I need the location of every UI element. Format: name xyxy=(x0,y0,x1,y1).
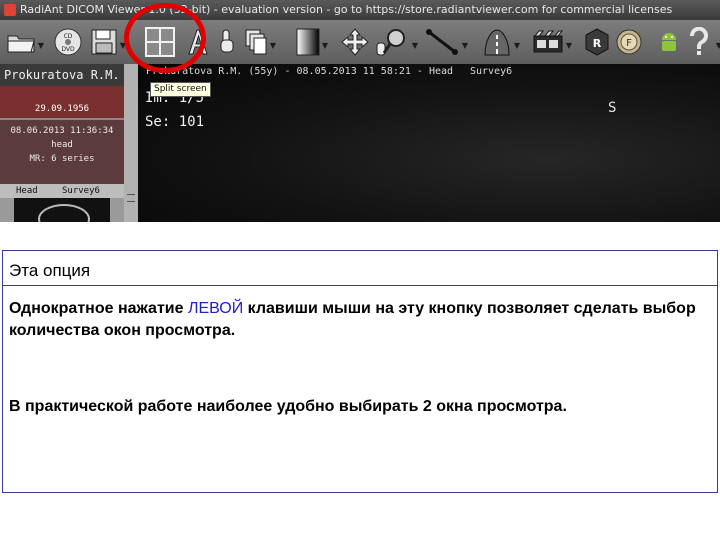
chevron-down-icon: ▼ xyxy=(461,41,468,50)
cd-dvd-icon: CD DVD xyxy=(54,28,82,56)
window-level-button[interactable]: ▼ xyxy=(294,26,328,58)
svg-text:DVD: DVD xyxy=(61,46,75,53)
chevron-down-icon: ▼ xyxy=(269,41,276,50)
svg-text:R: R xyxy=(593,37,602,50)
zoom-button[interactable]: ▼ xyxy=(372,26,418,58)
reconstruct-button[interactable]: R xyxy=(582,26,612,58)
patient-name: Prokuratova R.M. xyxy=(0,64,124,86)
explanation-paragraph-2: В практической работе наиболее удобно вы… xyxy=(9,398,567,415)
magnifier-icon xyxy=(376,29,405,56)
move-arrows-icon xyxy=(341,28,369,56)
p1-highlight: ЛЕВОЙ xyxy=(187,300,244,317)
toolbar: ▼ CD DVD ▼ ▼ ▼ ▼ ▼ ▼ ▼ R F ▼ xyxy=(0,20,720,64)
grip-icon xyxy=(127,194,135,202)
measure-button[interactable]: ▼ xyxy=(422,26,468,58)
explanation-box: Эта опция Однократное нажатие ЛЕВОЙ клав… xyxy=(2,250,718,493)
r-badge-icon: R xyxy=(585,28,609,56)
android-export-button[interactable] xyxy=(656,26,682,58)
svg-text:F: F xyxy=(626,38,632,49)
save-button[interactable]: ▼ xyxy=(88,26,126,58)
chevron-down-icon: ▼ xyxy=(411,41,418,50)
folder-icon xyxy=(7,35,35,53)
hand-icon xyxy=(220,29,234,53)
fusion-button[interactable]: F xyxy=(614,26,644,58)
series-labels: Head Survey6 xyxy=(0,184,124,198)
stack-icon xyxy=(245,29,267,55)
road-icon xyxy=(484,29,510,56)
open-folder-button[interactable]: ▼ xyxy=(4,26,44,58)
viewport-header: Prokuratova R.M. (55y) - 08.05.2013 11 5… xyxy=(146,66,512,77)
p1-before: Однократное нажатие xyxy=(9,300,188,317)
f-badge-icon: F xyxy=(616,29,642,55)
split-screen-tooltip: Split screen xyxy=(150,82,211,97)
floppy-icon xyxy=(91,29,117,55)
viewport-patient-info: Prokuratova R.M. (55y) - 08.05.2013 11 5… xyxy=(146,66,454,77)
mpr-button[interactable]: ▼ xyxy=(480,26,520,58)
series-label-head: Head xyxy=(16,186,38,196)
chevron-down-icon: ▼ xyxy=(513,41,520,50)
pan-button[interactable] xyxy=(214,26,240,58)
chevron-down-icon: ▼ xyxy=(565,41,572,50)
window-title: RadiAnt DICOM Viewer 1.0 (32-bit) - eval… xyxy=(20,3,673,16)
series-thumbnail[interactable]: Head Survey6 xyxy=(0,184,124,222)
window-title-bar: RadiAnt DICOM Viewer 1.0 (32-bit) - eval… xyxy=(0,0,720,20)
cine-button[interactable]: ▼ xyxy=(530,26,572,58)
explanation-title: Эта опция xyxy=(9,261,91,280)
open-cd-button[interactable]: CD DVD xyxy=(52,26,84,58)
app-icon xyxy=(4,4,16,16)
orientation-marker: S xyxy=(608,100,617,116)
patient-panel: Prokuratova R.M. 29.09.1956 08.06.2013 1… xyxy=(0,64,124,222)
study-item[interactable]: 08.06.2013 11:36:34 head MR: 6 series xyxy=(0,120,124,184)
film-icon xyxy=(533,30,563,53)
chevron-down-icon: ▼ xyxy=(37,41,44,50)
help-button[interactable]: ▼ xyxy=(682,26,720,58)
series-count: MR: 6 series xyxy=(29,154,95,164)
chevron-down-icon: ▼ xyxy=(715,41,720,50)
ruler-line-icon xyxy=(426,29,458,55)
series-label-survey: Survey6 xyxy=(62,186,100,196)
viewport-series-name: Survey6 xyxy=(470,66,513,77)
contrast-icon xyxy=(296,28,320,56)
study-description: head xyxy=(51,140,73,150)
question-icon xyxy=(690,27,708,55)
image-viewport[interactable]: Prokuratova R.M. (55y) - 08.05.2013 11 5… xyxy=(138,64,720,222)
explanation-paragraph-1: Однократное нажатие ЛЕВОЙ клавиши мыши н… xyxy=(9,298,714,342)
thumbnail-image xyxy=(14,198,110,222)
series-stack-button[interactable]: ▼ xyxy=(242,26,276,58)
study-datetime: 08.06.2013 11:36:34 xyxy=(10,126,114,136)
highlight-circle xyxy=(124,3,206,73)
series-index: Se: 101 xyxy=(145,114,205,130)
divider xyxy=(3,285,717,286)
patient-birth-date[interactable]: 29.09.1956 xyxy=(0,86,124,118)
panel-splitter[interactable] xyxy=(124,64,138,222)
move-button[interactable] xyxy=(338,26,372,58)
svg-text:CD: CD xyxy=(64,33,73,40)
android-icon xyxy=(662,33,676,51)
chevron-down-icon: ▼ xyxy=(321,41,328,50)
